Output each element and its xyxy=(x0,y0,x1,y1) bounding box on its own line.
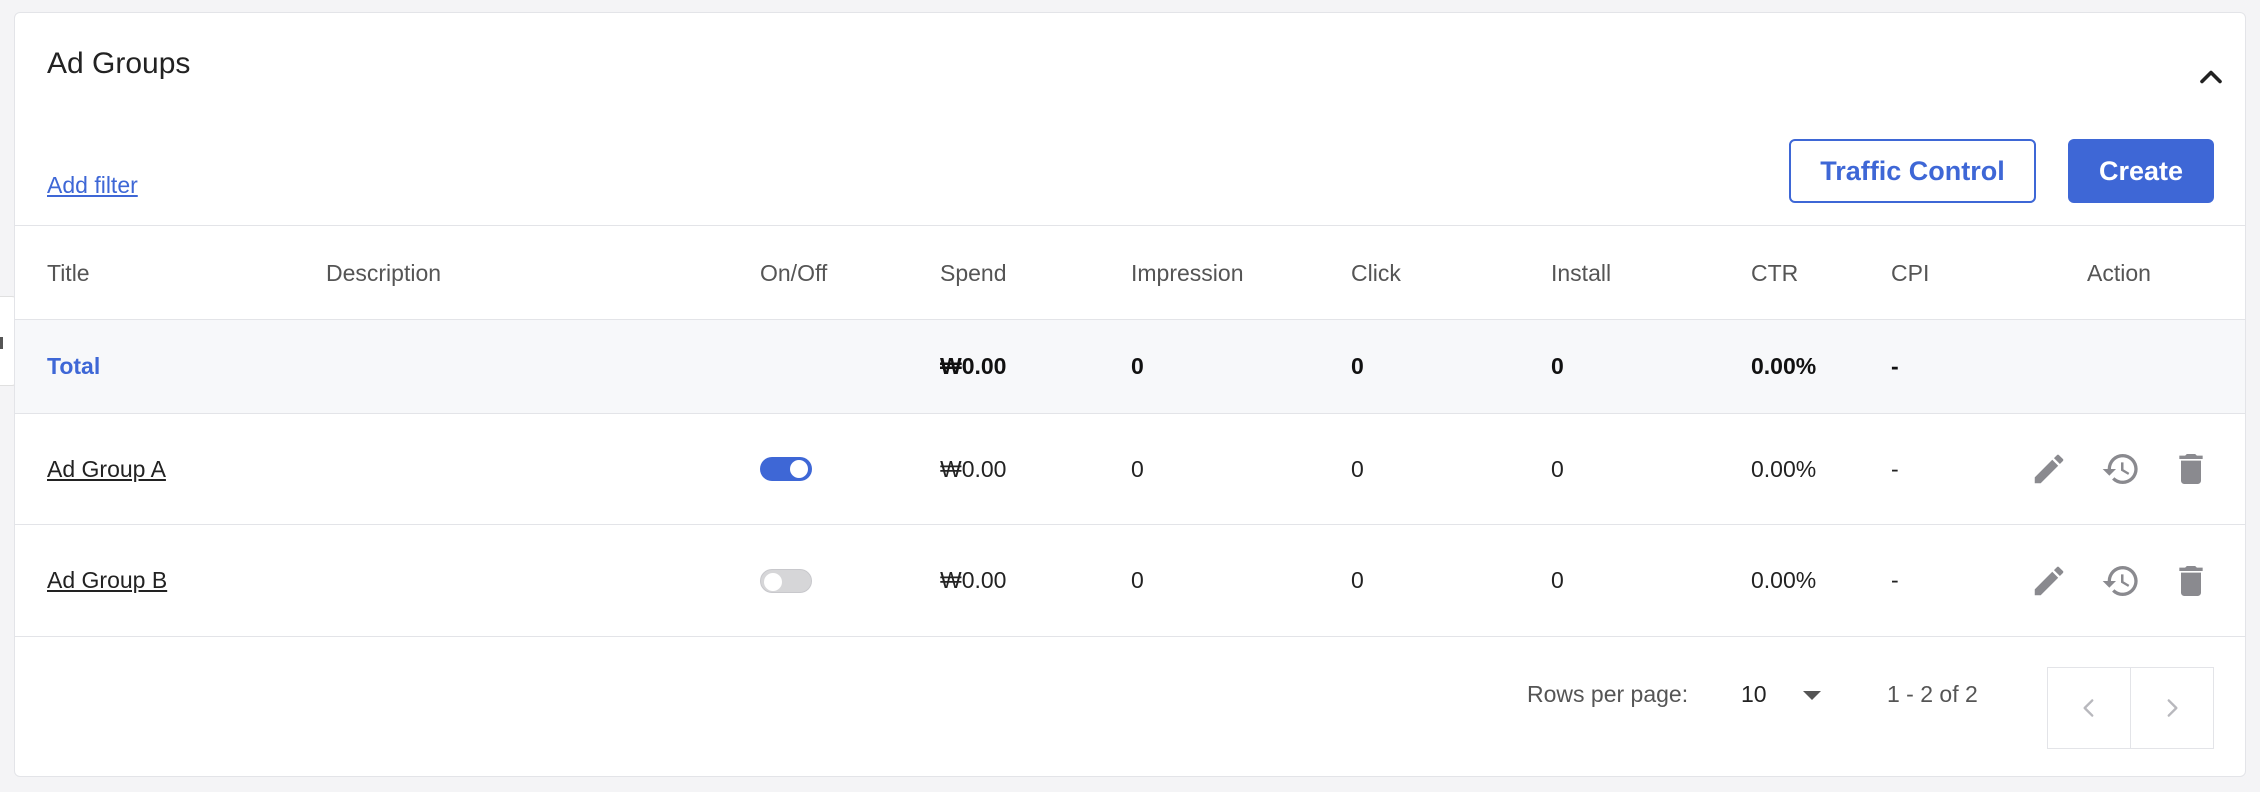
header-title[interactable]: Title xyxy=(47,226,90,320)
pagination-range: 1 - 2 of 2 xyxy=(1887,681,1978,707)
pencil-icon xyxy=(2034,566,2064,595)
rows-per-page-dropdown[interactable] xyxy=(1801,689,1823,703)
divider xyxy=(15,636,2245,637)
header-spend[interactable]: Spend xyxy=(940,226,1007,320)
edit-button[interactable] xyxy=(2029,559,2069,603)
header-impression[interactable]: Impression xyxy=(1131,226,1243,320)
pencil-icon xyxy=(2034,454,2064,484)
on-off-toggle[interactable] xyxy=(760,457,812,481)
row-click: 0 xyxy=(1351,455,1364,482)
on-off-toggle[interactable] xyxy=(760,568,812,593)
rows-per-page-label: Rows per page: xyxy=(1527,681,1689,707)
table-header: Title Description On/Off Spend Impressio… xyxy=(15,226,2245,320)
total-install: 0 xyxy=(1551,353,1564,379)
row-install: 0 xyxy=(1551,455,1564,482)
total-row: Total ₩0.00 0 0 0 0.00% - xyxy=(15,320,2245,413)
create-button[interactable]: Create xyxy=(2068,139,2214,203)
row-spend: ₩0.00 xyxy=(940,455,1007,482)
header-description: Description xyxy=(326,259,442,286)
toggle-knob xyxy=(764,572,782,591)
header-ctr[interactable]: CTR xyxy=(1751,226,1798,320)
trash-icon xyxy=(2179,454,2203,484)
trash-icon xyxy=(2179,565,2203,596)
chevron-up-icon xyxy=(2200,70,2222,84)
total-cpi: - xyxy=(1891,353,1899,379)
row-ctr: 0.00% xyxy=(1751,567,1817,593)
caret-down-icon xyxy=(1803,691,1821,700)
header-install[interactable]: Install xyxy=(1551,226,1611,320)
history-button[interactable] xyxy=(2101,447,2141,491)
table-row: Ad Group A ₩0.00 0 0 0 0.00% - xyxy=(15,414,2245,524)
total-click: 0 xyxy=(1351,353,1364,379)
toggle-knob xyxy=(790,460,808,478)
traffic-control-button[interactable]: Traffic Control xyxy=(1789,139,2036,203)
ad-group-link[interactable]: Ad Group A xyxy=(47,456,166,483)
next-page-button[interactable] xyxy=(2130,667,2214,749)
ad-group-link[interactable]: Ad Group B xyxy=(47,567,167,594)
total-ctr: 0.00% xyxy=(1751,353,1817,379)
chevron-left-icon xyxy=(2083,699,2094,717)
rows-per-page-select[interactable]: 10 xyxy=(1741,681,1767,708)
delete-button[interactable] xyxy=(2171,447,2211,491)
header-onoff: On/Off xyxy=(760,259,828,286)
row-impression: 0 xyxy=(1131,567,1144,593)
total-spend: ₩0.00 xyxy=(940,353,1007,379)
total-impression: 0 xyxy=(1131,353,1144,379)
row-cpi: - xyxy=(1891,567,1899,593)
ad-groups-panel: Ad Groups Add filter Traffic Control Cre… xyxy=(14,12,2246,777)
row-ctr: 0.00% xyxy=(1751,455,1817,482)
total-label: Total xyxy=(47,353,101,379)
row-spend: ₩0.00 xyxy=(940,567,1007,593)
history-button[interactable] xyxy=(2101,559,2141,603)
panel-title: Ad Groups xyxy=(47,47,191,80)
header-action: Action xyxy=(2087,259,2151,286)
history-icon xyxy=(2102,565,2138,596)
row-click: 0 xyxy=(1351,567,1364,593)
header-cpi[interactable]: CPI xyxy=(1891,226,1929,320)
add-filter-link[interactable]: Add filter xyxy=(47,172,138,199)
header-click[interactable]: Click xyxy=(1351,226,1401,320)
previous-page-button[interactable] xyxy=(2047,667,2131,749)
history-icon xyxy=(2102,454,2138,484)
table-row: Ad Group B ₩0.00 0 0 0 0.00% - xyxy=(15,525,2245,636)
edit-button[interactable] xyxy=(2029,447,2069,491)
delete-button[interactable] xyxy=(2171,559,2211,603)
chevron-right-icon xyxy=(2167,699,2178,717)
row-cpi: - xyxy=(1891,455,1899,482)
row-impression: 0 xyxy=(1131,455,1144,482)
collapse-button[interactable] xyxy=(2193,59,2229,95)
row-install: 0 xyxy=(1551,567,1564,593)
